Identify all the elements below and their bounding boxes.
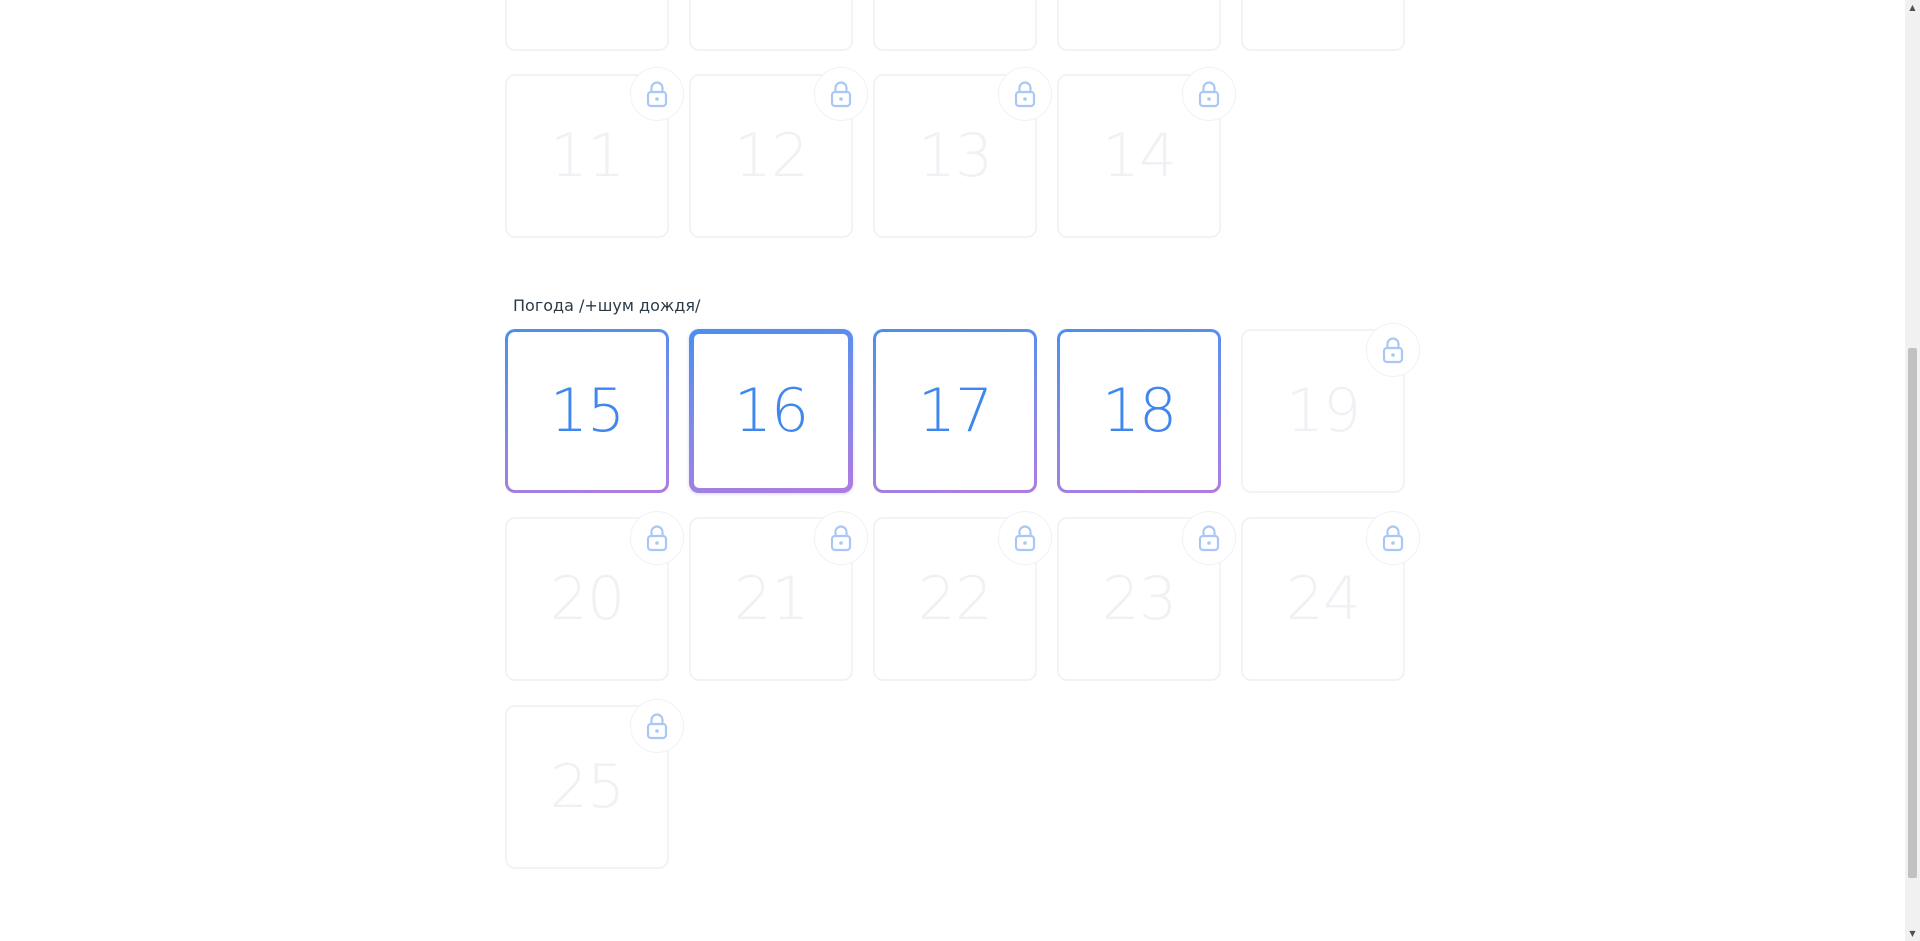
tile-number: 11: [549, 121, 625, 191]
vertical-scrollbar[interactable]: ▲ ▼: [1905, 0, 1920, 941]
tile-number: 14: [1101, 121, 1177, 191]
lock-icon: [646, 712, 668, 740]
lock-icon: [1198, 80, 1220, 108]
tile-locked: [505, 0, 669, 51]
tile-16-selected[interactable]: 16: [689, 329, 853, 493]
lock-badge: [998, 511, 1052, 565]
lock-badge: [1366, 511, 1420, 565]
lock-icon: [646, 524, 668, 552]
lock-icon: [1198, 524, 1220, 552]
lock-badge: [1366, 323, 1420, 377]
lock-icon: [1382, 524, 1404, 552]
tile-number: 13: [917, 121, 993, 191]
tile-locked: [1241, 0, 1405, 51]
scroll-up-arrow-icon[interactable]: ▲: [1905, 0, 1920, 15]
lock-badge: [998, 67, 1052, 121]
lock-badge: [814, 67, 868, 121]
lock-badge: [1182, 511, 1236, 565]
tile-number: 16: [733, 376, 809, 446]
tile-number: 22: [917, 564, 993, 634]
tile-number: 24: [1285, 564, 1361, 634]
tile-15[interactable]: 15: [505, 329, 669, 493]
tile-locked: [1057, 0, 1221, 51]
tile-number: 15: [549, 376, 625, 446]
scroll-thumb[interactable]: [1908, 348, 1917, 878]
lock-icon: [830, 524, 852, 552]
page: 11 12 13 14 Погода /+шум дождя/ 15 16 17…: [0, 0, 1920, 941]
lock-icon: [1014, 524, 1036, 552]
tile-number: 19: [1285, 376, 1361, 446]
lock-badge: [814, 511, 868, 565]
lock-icon: [1382, 336, 1404, 364]
tile-number: 20: [549, 564, 625, 634]
scroll-down-arrow-icon[interactable]: ▼: [1905, 926, 1920, 941]
tile-number: 21: [733, 564, 809, 634]
lock-badge: [630, 511, 684, 565]
tile-locked: [873, 0, 1037, 51]
lock-icon: [830, 80, 852, 108]
tile-locked: [689, 0, 853, 51]
tile-number: 23: [1101, 564, 1177, 634]
lock-icon: [646, 80, 668, 108]
tile-number: 25: [549, 752, 625, 822]
lock-icon: [1014, 80, 1036, 108]
tile-18[interactable]: 18: [1057, 329, 1221, 493]
section-title: Погода /+шум дождя/: [513, 296, 701, 315]
lock-badge: [1182, 67, 1236, 121]
tile-17[interactable]: 17: [873, 329, 1037, 493]
tile-number: 18: [1101, 376, 1177, 446]
lock-badge: [630, 699, 684, 753]
tile-number: 17: [917, 376, 993, 446]
lock-badge: [630, 67, 684, 121]
tile-number: 12: [733, 121, 809, 191]
